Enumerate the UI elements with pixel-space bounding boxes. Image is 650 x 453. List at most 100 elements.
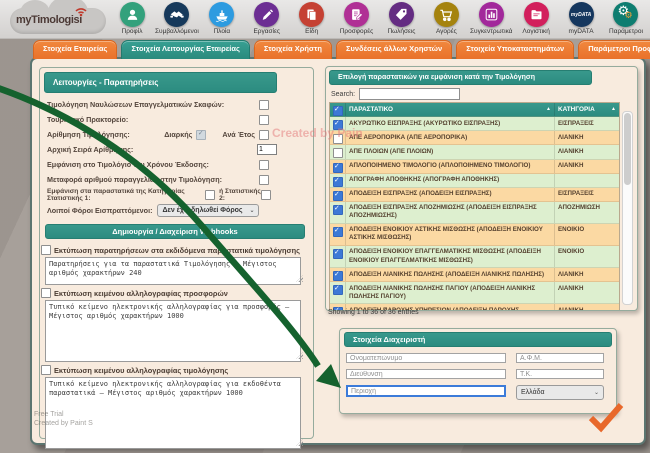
settings-gears-icon: ⚙⚙ <box>613 2 638 27</box>
charter-invoicing-checkbox[interactable] <box>259 100 269 110</box>
documents-table-body: ΑΚΥΡΩΤΙΚΟ ΕΙΣΠΡΑΞΗΣ (ΑΚΥΡΩΤΙΚΟ ΕΙΣΠΡΑΞΗΣ… <box>330 117 619 311</box>
document-row[interactable]: ΑΠΟΔΕΙΞΗ ΕΝΟΙΚΙΟΥ ΑΣΤΙΚΗΣ ΜΙΣΘΩΣΗΣ (ΑΠΟΔ… <box>330 224 619 246</box>
tab-user-details[interactable]: Στοιχεία Χρήστη <box>254 40 332 59</box>
document-row[interactable]: ΑΠΛΟΠΟΙΗΜΕΝΟ ΤΙΜΟΛΟΓΙΟ (ΑΠΛΟΠΟΙΗΜΕΝΟ ΤΙΜ… <box>330 160 619 174</box>
reports-chart-icon <box>479 2 504 27</box>
document-row-checkbox[interactable] <box>333 285 343 295</box>
document-row-checkbox[interactable] <box>333 271 343 281</box>
items-documents-icon <box>299 2 324 27</box>
confirm-checkmark-button[interactable] <box>588 403 624 433</box>
select-all-checkbox[interactable] <box>333 106 343 116</box>
search-input[interactable] <box>359 88 460 100</box>
admin-postal-code-field[interactable] <box>516 369 604 379</box>
document-row[interactable]: ΑΠΕ ΠΛΟΙΩΝ (ΑΠΕ ΠΛΟΙΩΝ) ΛΙΑΝΙΚΗ <box>330 145 619 159</box>
tab-branch-details[interactable]: Στοιχεία Υποκαταστημάτων <box>456 40 574 59</box>
statistics-1-label: Εμφάνιση στα παραστατικά της Κατηγορίας … <box>47 188 202 202</box>
document-category: ΑΠΟΖΗΜΙΩΣΗ <box>555 202 619 223</box>
statistics-2-checkbox[interactable] <box>261 190 271 200</box>
toolbar-item-items[interactable]: Είδη <box>290 2 334 38</box>
document-name: ΑΠΛΟΠΟΙΗΜΕΝΟ ΤΙΜΟΛΟΓΙΟ (ΑΠΛΟΠΟΙΗΜΕΝΟ ΤΙΜ… <box>346 160 555 173</box>
document-category: ΛΙΑΝΙΚΗ <box>555 145 619 158</box>
document-name: ΑΠΕ ΠΛΟΙΩΝ (ΑΠΕ ΠΛΟΙΩΝ) <box>346 145 555 158</box>
statistics-1-checkbox[interactable] <box>205 190 215 200</box>
admin-country-select[interactable]: Ελλάδα ⌄ <box>516 385 604 400</box>
toolbar-item-ships[interactable]: Πλοία <box>200 2 244 38</box>
admin-area-field[interactable] <box>346 385 506 397</box>
document-row[interactable]: ΑΠΕ ΑΕΡΟΠΟΡΙΚΑ (ΑΠΕ ΑΕΡΟΠΟΡΙΚΑ) ΛΙΑΝΙΚΗ <box>330 131 619 145</box>
document-row[interactable]: ΑΠΟΓΡΑΦΗ ΑΠΟΘΗΚΗΣ (ΑΠΟΓΡΑΦΗ ΑΠΟΘΗΚΗΣ) <box>330 174 619 188</box>
start-serial-label: Αρχική Σειρά Αρίθμησης: <box>47 145 257 154</box>
column-header-document[interactable]: ΠΑΡΑΣΤΑΤΙΚΟ▲ <box>346 103 555 116</box>
table-scrollbar[interactable] <box>622 111 633 305</box>
document-row-checkbox[interactable] <box>333 227 343 237</box>
document-row-checkbox[interactable] <box>333 148 343 158</box>
offers-email-checkbox[interactable] <box>41 288 51 298</box>
admin-afm-field[interactable] <box>516 353 604 363</box>
print-notes-label: Εκτύπωση παρατηρήσεων στα εκδιδόμενα παρ… <box>54 246 300 255</box>
document-row[interactable]: ΑΠΟΔΕΙΞΗ ΛΙΑΝΙΚΗΣ ΠΩΛΗΣΗΣ ΠΑΓΙΟΥ (ΑΠΟΔΕΙ… <box>330 282 619 304</box>
toolbar-item-offers[interactable]: Προσφορές <box>335 2 379 38</box>
table-footer-status: Showing 1 to 36 of 36 entries <box>328 309 419 316</box>
other-taxes-row: Λοιποί Φόροι Εισπραττόμενοι: Δεν έχει δη… <box>40 202 313 219</box>
admin-details-form: Ελλάδα ⌄ <box>340 350 616 403</box>
table-scrollbar-thumb[interactable] <box>624 113 631 185</box>
top-toolbar: myTimologisi Προφίλ Συμβαλλόμενοι <box>0 0 650 39</box>
order-number-transfer-checkbox[interactable] <box>259 175 269 185</box>
toolbar-item-parameters[interactable]: ⚙⚙ Παράμετροι <box>604 2 648 38</box>
document-row-checkbox[interactable] <box>333 249 343 259</box>
invoice-numbering-row: Αρίθμηση Τιμολόγησης: Διαρκής Ανά Έτος <box>40 127 313 142</box>
invoicing-email-textarea[interactable]: Τυπικό κείμενο ηλεκτρονικής αλληλογραφία… <box>45 377 301 449</box>
sort-icon: ▲ <box>611 106 616 113</box>
webhooks-button[interactable]: Δημιουργία / Διαχείριση Webhooks <box>45 224 305 239</box>
document-name: ΑΠΟΔΕΙΞΗ ΕΙΣΠΡΑΞΗΣ (ΑΠΟΔΕΙΞΗ ΕΙΣΠΡΑΞΗΣ) <box>346 188 555 201</box>
admin-name-field[interactable] <box>346 353 506 363</box>
tasks-pencil-icon <box>254 2 279 27</box>
document-row-checkbox[interactable] <box>333 177 343 187</box>
document-name: ΑΠΟΔΕΙΞΗ ΕΝΟΙΚΙΟΥ ΑΣΤΙΚΗΣ ΜΙΣΘΩΣΗΣ (ΑΠΟΔ… <box>346 224 555 245</box>
toolbar-item-profile[interactable]: Προφίλ <box>110 2 154 38</box>
document-row[interactable]: ΑΠΟΔΕΙΞΗ ΛΙΑΝΙΚΗΣ ΠΩΛΗΣΗΣ (ΑΠΟΔΕΙΞΗ ΛΙΑΝ… <box>330 268 619 282</box>
document-row-checkbox[interactable] <box>333 205 343 215</box>
tab-profile-parameters[interactable]: Παράμετροι Προφίλ <box>578 40 650 59</box>
admin-address-field[interactable] <box>346 369 506 379</box>
toolbar-item-reports[interactable]: Συγκεντρωτικά <box>469 2 513 38</box>
start-serial-input[interactable] <box>257 144 277 155</box>
document-row-checkbox[interactable] <box>333 134 343 144</box>
document-row[interactable]: ΑΠΟΔΕΙΞΗ ΕΙΣΠΡΑΞΗΣ ΑΠΟΖΗΜΙΩΣΗΣ (ΑΠΟΔΕΙΞΗ… <box>330 202 619 224</box>
toolbar-item-mydata[interactable]: myDATA myDATA <box>559 2 603 38</box>
document-row[interactable]: ΑΚΥΡΩΤΙΚΟ ΕΙΣΠΡΑΞΗΣ (ΑΚΥΡΩΤΙΚΟ ΕΙΣΠΡΑΞΗΣ… <box>330 117 619 131</box>
toolbar-item-contacts[interactable]: Συμβαλλόμενοι <box>155 2 199 38</box>
offers-email-label: Εκτύπωση κειμένου αλληλογραφίας προσφορώ… <box>54 289 228 298</box>
toolbar-item-sales[interactable]: Πωλήσεις <box>379 2 423 38</box>
invoicing-email-checkbox[interactable] <box>41 365 51 375</box>
document-category: ΕΙΣΠΡΑΞΕΙΣ <box>555 117 619 130</box>
charter-invoicing-row: Τιμολόγηση Ναυλώσεων Επαγγελματικών Σκαφ… <box>40 97 313 112</box>
document-row-checkbox[interactable] <box>333 191 343 201</box>
numbering-per-year-checkbox[interactable] <box>259 130 269 140</box>
document-row[interactable]: ΑΠΟΔΕΙΞΗ ΕΝΟΙΚΙΟΥ ΕΠΑΓΓΕΛΜΑΤΙΚΗΣ ΜΙΣΘΩΣΗ… <box>330 246 619 268</box>
admin-details-header: Στοιχεία Διαχειριστή <box>344 332 612 347</box>
tab-company-details[interactable]: Στοιχεία Εταιρείας <box>33 40 117 59</box>
toolbar-item-purchases[interactable]: Αγορές <box>424 2 468 38</box>
purchases-cart-icon <box>434 2 459 27</box>
print-notes-section-label-row: Εκτύπωση παρατηρήσεων στα εκδιδόμενα παρ… <box>40 242 313 256</box>
other-taxes-label: Λοιποί Φόροι Εισπραττόμενοι: <box>47 206 152 215</box>
document-row[interactable]: ΑΠΟΔΕΙΞΗ ΕΙΣΠΡΑΞΗΣ (ΑΠΟΔΕΙΞΗ ΕΙΣΠΡΑΞΗΣ) … <box>330 188 619 202</box>
document-category: ΛΙΑΝΙΚΗ <box>555 304 619 311</box>
tourist-agency-checkbox[interactable] <box>259 115 269 125</box>
document-row-checkbox[interactable] <box>333 163 343 173</box>
toolbar-item-accounting[interactable]: Λογιστική <box>514 2 558 38</box>
show-issue-time-checkbox[interactable] <box>259 160 269 170</box>
other-taxes-select[interactable]: Δεν έχει δηλωθεί Φόρος ⌄ <box>157 204 259 217</box>
numbering-continuous-checkbox[interactable] <box>196 130 206 140</box>
column-header-category[interactable]: ΚΑΤΗΓΟΡΙΑ▲ <box>555 103 619 116</box>
operations-notes-panel: Λειτουργίες - Παρατηρήσεις Τιμολόγηση Να… <box>39 67 314 439</box>
tab-company-operation-details[interactable]: Στοιχεία Λειτουργίας Εταιρείας <box>121 40 249 59</box>
document-category: ΛΙΑΝΙΚΗ <box>555 268 619 281</box>
tab-other-user-connections[interactable]: Συνδέσεις άλλων Χρηστών <box>336 40 452 59</box>
print-notes-checkbox[interactable] <box>41 245 51 255</box>
offers-email-textarea[interactable]: Τυπικό κείμενο ηλεκτρονικής αλληλογραφία… <box>45 300 301 362</box>
toolbar-item-tasks[interactable]: Εργασίες <box>245 2 289 38</box>
document-row-checkbox[interactable] <box>333 120 343 130</box>
invoice-notes-textarea[interactable]: Παρατηρήσεις για τα παραστατικά Τιμολόγη… <box>45 257 301 285</box>
